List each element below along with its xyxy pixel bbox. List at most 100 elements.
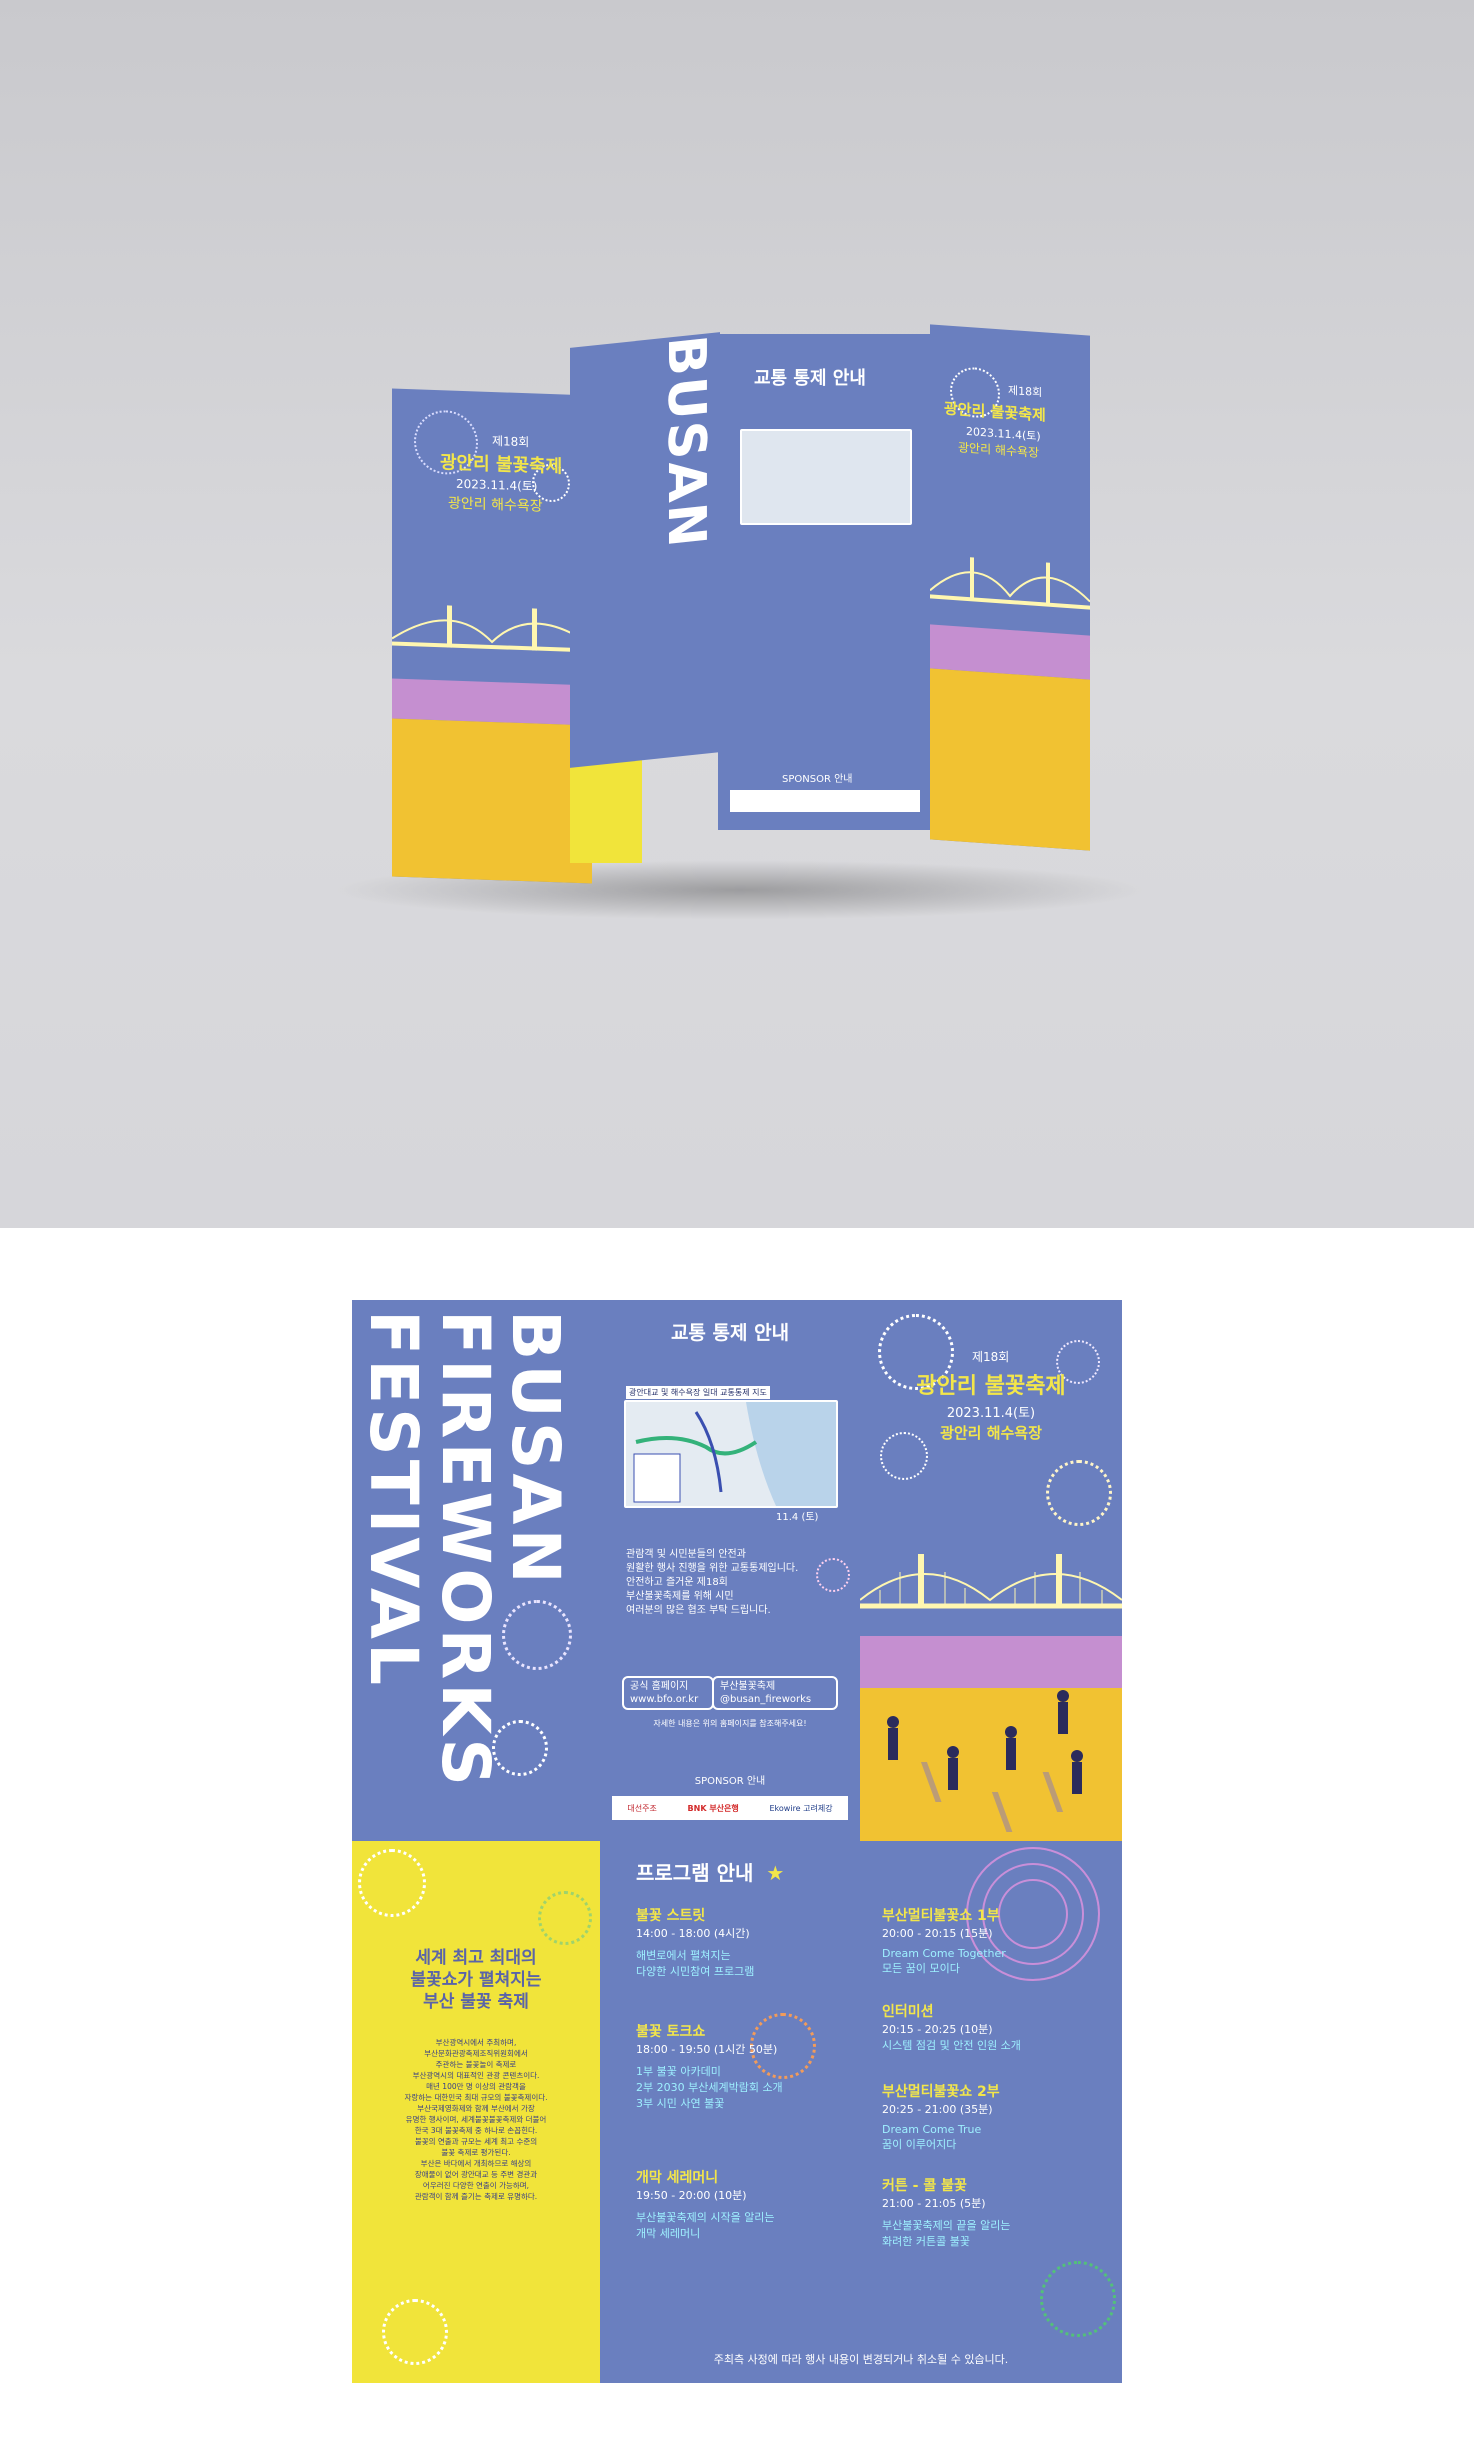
cover-date: 2023.11.4(토) (946, 1406, 1036, 1421)
sponsor-bnk-logo: BNK 부산은행 (687, 1803, 739, 1813)
intro-body-line: 부산광역시의 대표적인 관광 콘텐츠이다. (412, 2071, 540, 2080)
intro-body-line: 매년 100만 명 이상의 관람객을 (426, 2082, 526, 2091)
intro-body-line: 자랑하는 대한민국 최대 규모의 불꽃축제이다. (404, 2093, 548, 2102)
program-item-name: 커튼 - 콜 불꽃 (882, 2178, 967, 2194)
program-item-time: 18:00 - 19:50 (1시간 50분) (636, 2043, 778, 2056)
sand-area (392, 718, 592, 884)
intro-body-line: 불꽃의 연출과 규모는 세계 최고 수준의 (414, 2137, 538, 2146)
star-icon: ★ (766, 1861, 785, 1885)
intro-column: 세계 최고 최대의 불꽃쇼가 펼쳐지는 부산 불꽃 축제 부산광역시에서 주최하… (352, 1841, 600, 2383)
program-item-desc: 2부 2030 부산세계박람회 소개 (636, 2081, 783, 2094)
traffic-notice-line: 관람객 및 시민분들의 안전과 (626, 1549, 746, 1560)
mockup-cover-title: 광안리 불꽃축제 (944, 399, 1046, 425)
link-note: 자세한 내용은 위의 홈페이지를 참조해주세요! (653, 1719, 807, 1728)
program-item: 불꽃 스트릿 14:00 - 18:00 (4시간) 해변로에서 펼쳐지는 다양… (636, 1905, 754, 1979)
traffic-notice-line: 부산불꽃축제를 위해 시민 (626, 1591, 734, 1602)
traffic-notice-line: 여러분의 많은 협조 부탁 드립니다. (626, 1605, 771, 1616)
program-item: 부산멀티불꽃쇼 2부 20:25 - 21:00 (35분) Dream Com… (882, 2081, 1000, 2152)
homepage-link-box[interactable]: 공식 홈페이지 www.bfo.or.kr (622, 1676, 714, 1710)
spine-column: BUSAN FIREWORKS FESTIVAL (352, 1300, 600, 1841)
sea-band (392, 678, 592, 726)
intro-headline-line: 불꽃쇼가 펼쳐지는 (410, 1970, 542, 1990)
mockup-spine-panel: BUSAN (570, 332, 720, 768)
firework-graphic (492, 1720, 548, 1776)
spine-busan: BUSAN (497, 1310, 574, 1588)
bridge-illustration (392, 605, 592, 653)
mockup-traffic-panel: 교통 통제 안내 SPONSOR 안내 (718, 334, 932, 830)
instagram-link-label: 부산불꽃축제 (720, 1681, 776, 1692)
program-item-desc: 개막 세레머니 (636, 2227, 701, 2240)
program-item-desc: 부산불꽃축제의 끝을 알리는 (882, 2219, 1011, 2232)
program-item-desc: 꿈이 이루어지다 (882, 2138, 957, 2151)
program-item: 커튼 - 콜 불꽃 21:00 - 21:05 (5분) 부산불꽃축제의 끝을 … (882, 2175, 1010, 2249)
program-item-time: 14:00 - 18:00 (4시간) (636, 1927, 750, 1940)
firework-graphic (538, 1891, 592, 1945)
firework-graphic (1046, 1460, 1112, 1526)
mockup-sponsor-strip (730, 790, 920, 812)
program-title: 프로그램 안내 (636, 1861, 754, 1885)
traffic-notice: 관람객 및 시민분들의 안전과 원활한 행사 진행을 위한 교통통제입니다. 안… (626, 1548, 798, 1618)
intro-body-line: 관람객이 함께 즐기는 축제로 유명하다. (414, 2192, 538, 2201)
program-item-name: 불꽃 토크쇼 (636, 2024, 706, 2040)
program-section: 프로그램 안내 ★ 불꽃 스트릿 14:00 - 18:00 (4시간) 해변로… (600, 1841, 1122, 2383)
program-item-desc: 모든 꿈이 모이다 (882, 1962, 960, 1975)
program-item-name: 불꽃 스트릿 (636, 1908, 706, 1924)
bridge-illustration (860, 1554, 1122, 1609)
homepage-link-value[interactable]: www.bfo.or.kr (630, 1693, 706, 1706)
program-item-desc: 화려한 커튼콜 불꽃 (882, 2235, 970, 2248)
cover-edition: 제18회 (972, 1350, 1010, 1364)
mockup-front-venue: 광안리 해수욕장 (448, 495, 543, 515)
program-item-desc: 부산불꽃축제의 시작을 알리는 (636, 2211, 775, 2224)
program-item-desc: 1부 불꽃 아카데미 (636, 2065, 721, 2078)
intro-body: 부산광역시에서 주최하며, 부산문화관광축제조직위원회에서 주관하는 불꽃놀이 … (352, 2037, 600, 2202)
mockup-front-edition: 제18회 (492, 434, 530, 450)
traffic-map (624, 1400, 838, 1508)
sponsor-strip: 대선주조 BNK 부산은행 Ekowire 고려제강 (612, 1796, 848, 1820)
cover-venue: 광안리 해수욕장 (940, 1424, 1042, 1442)
program-item-desc: Dream Come Together (882, 1947, 1006, 1960)
bridge-illustration (930, 557, 1090, 610)
program-title-row: 프로그램 안내 ★ (636, 1857, 784, 1886)
brochure-mockup-photo: 제18회 광안리 불꽃축제 2023.11.4(토) 광안리 해수욕장 BUSA… (0, 0, 1474, 1228)
program-item: 불꽃 토크쇼 18:00 - 19:50 (1시간 50분) 1부 불꽃 아카데… (636, 2021, 783, 2111)
program-item-name: 개막 세레머니 (636, 2170, 719, 2186)
map-routes (626, 1402, 836, 1506)
intro-headline-line: 부산 불꽃 축제 (423, 1992, 529, 2012)
program-item-desc: Dream Come True (882, 2123, 982, 2136)
program-item-desc: 해변로에서 펼쳐지는 (636, 1949, 731, 1962)
program-item-time: 19:50 - 20:00 (10분) (636, 2189, 747, 2202)
homepage-link-label: 공식 홈페이지 (630, 1681, 689, 1692)
mockup-traffic-map (740, 429, 912, 525)
instagram-link-value[interactable]: @busan_fireworks (720, 1693, 830, 1706)
intro-headline: 세계 최고 최대의 불꽃쇼가 펼쳐지는 부산 불꽃 축제 (352, 1947, 600, 2013)
program-item-time: 20:15 - 20:25 (10분) (882, 2023, 993, 2036)
program-item-time: 20:00 - 20:15 (15분) (882, 1927, 993, 1940)
mockup-sponsor-title: SPONSOR 안내 (782, 774, 853, 785)
program-item-desc: 3부 시민 사연 불꽃 (636, 2097, 725, 2110)
program-item-name: 인터미션 (882, 2004, 934, 2020)
intro-body-line: 부산광역시에서 주최하며, (435, 2038, 517, 2047)
firework-graphic (358, 1849, 426, 1917)
instagram-link-box[interactable]: 부산불꽃축제 @busan_fireworks (712, 1676, 838, 1710)
firework-graphic (382, 2299, 448, 2365)
mockup-front-date: 2023.11.4(토) (456, 476, 538, 494)
heart-firework-graphic (816, 1558, 850, 1592)
intro-body-line: 어우러진 다양한 연출이 가능하며, (422, 2181, 530, 2190)
program-item-name: 부산멀티불꽃쇼 1부 (882, 1908, 1000, 1924)
intro-body-line: 불꽃 축제로 평가된다. (441, 2148, 511, 2157)
mockup-spine-text: BUSAN (656, 332, 716, 552)
mockup-front-panel: 제18회 광안리 불꽃축제 2023.11.4(토) 광안리 해수욕장 (392, 388, 592, 884)
sponsor-kiswire-logo: Ekowire 고려제강 (769, 1803, 833, 1813)
map-caption: 광안대교 및 해수욕장 일대 교통통제 지도 (626, 1386, 770, 1399)
brochure-flat-spread: BUSAN FIREWORKS FESTIVAL 교통 통제 안내 광안대교 및… (352, 1300, 1122, 2383)
sand-area (930, 668, 1090, 851)
program-item-time: 21:00 - 21:05 (5분) (882, 2197, 986, 2210)
traffic-title: 교통 통제 안내 (670, 1322, 790, 1344)
program-item: 개막 세레머니 19:50 - 20:00 (10분) 부산불꽃축제의 시작을 … (636, 2167, 775, 2241)
firework-graphic (502, 1600, 572, 1670)
intro-body-line: 한국 3대 불꽃축제 중 하나로 손꼽힌다. (414, 2126, 538, 2135)
sponsor-daesun-logo: 대선주조 (627, 1803, 657, 1813)
spine-festival: FESTIVAL (355, 1310, 432, 1690)
program-item-desc: 시스템 점검 및 안전 인원 소개 (882, 2039, 1021, 2052)
program-item-name: 부산멀티불꽃쇼 2부 (882, 2084, 1000, 2100)
